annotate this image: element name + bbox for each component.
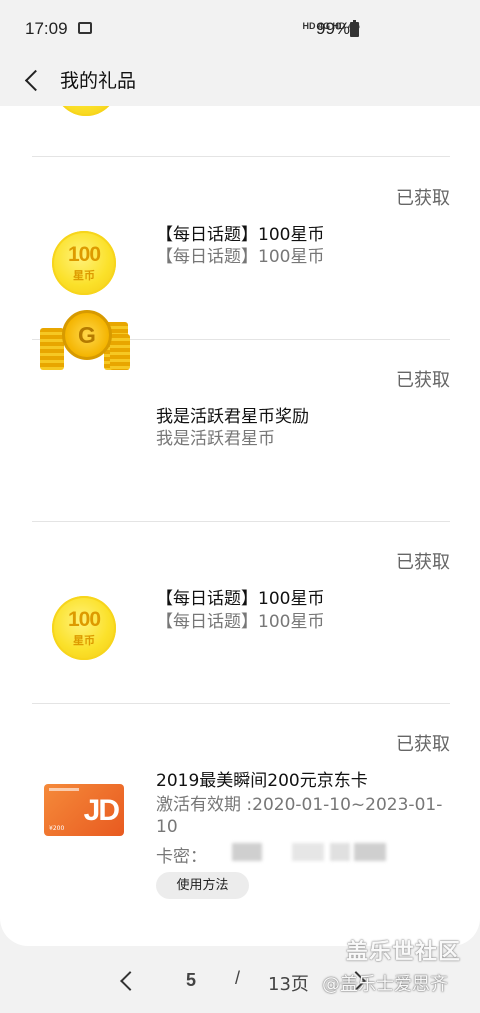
how-to-use-button[interactable]: 使用方法 [156,872,249,899]
back-arrow-icon[interactable] [14,64,48,98]
card-secret-label: 卡密： [156,847,207,867]
gift-status: 已获取 [396,734,450,755]
gift-title: 我是活跃君星币奖励 [156,407,309,427]
card-secret-blurred [354,843,386,861]
card-secret-blurred [232,843,262,861]
jd-logo: JD [83,794,120,827]
app-bar: 我的礼品 [0,56,480,106]
divider [32,156,450,157]
gift-status: 已获取 [396,370,450,391]
current-page: 5 [186,970,197,990]
gallery-icon [78,22,92,34]
gift-status: 已获取 [396,552,450,573]
gift-subtitle: 【每日话题】100星币 [156,247,325,267]
gift-subtitle: 【每日话题】100星币 [156,612,325,632]
coin-icon [54,106,118,116]
gift-list: 已获取 100 星币 【每日话题】100星币 【每日话题】100星币 已获取 G… [0,106,480,946]
card-secret-blurred [292,843,324,861]
divider [32,703,450,704]
page-title: 我的礼品 [60,70,137,92]
coin-unit: 星币 [73,269,95,282]
coin-unit: 星币 [73,634,95,647]
total-pages: 13页 [268,974,309,995]
coin-amount: 100 [67,243,101,266]
gift-status: 已获取 [396,188,450,209]
gift-subtitle: 我是活跃君星币 [156,429,275,449]
jd-gift-card-image: JD ¥200 [44,784,124,836]
gift-validity: 激活有效期 :2020-01-10~2023-01-10 [156,795,443,837]
star-coin-icon: 100 星币 [52,596,116,660]
star-coin-icon: 100 星币 [52,231,116,295]
gift-title: 【每日话题】100星币 [156,225,325,245]
card-secret-blurred [330,843,350,861]
divider [32,521,450,522]
gift-title: 【每日话题】100星币 [156,589,325,609]
status-bar: 17:09 HD 4G HD 4G 99% [0,0,480,56]
previous-page-icon[interactable] [112,964,142,998]
battery-level: 99% [316,19,351,38]
coin-amount: 100 [67,608,101,631]
coin-letter: G [78,322,96,348]
battery-icon [350,20,359,37]
g-coin-stack-icon: G [40,308,130,372]
page-separator: / [235,968,241,988]
status-time: 17:09 [25,19,68,38]
watermark-user: @盖乐士爱思齐 [322,974,448,995]
watermark-community: 盖乐世社区 [346,940,462,965]
gift-title: 2019最美瞬间200元京东卡 [156,771,368,791]
